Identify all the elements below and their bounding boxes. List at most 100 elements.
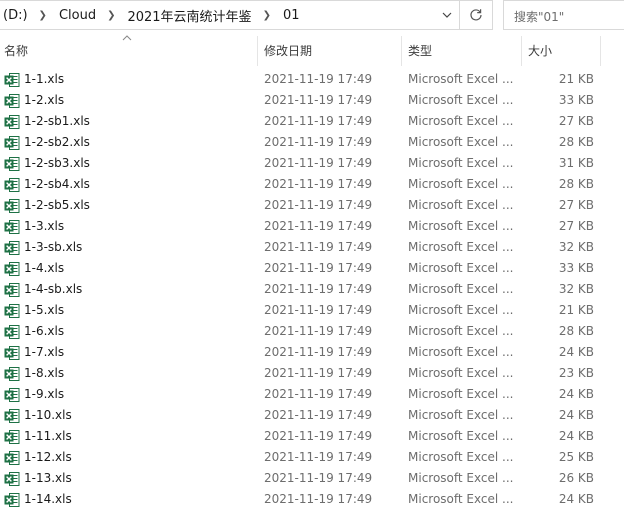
file-name: 1-13.xls	[24, 471, 72, 485]
file-row[interactable]: 1-2-sb1.xls 2021-11-19 17:49 Microsoft Exc…	[0, 111, 624, 132]
address-bar[interactable]: (D:) ❯ Cloud ❯ 2021年云南统计年鉴 ❯ 01	[0, 0, 460, 30]
file-row[interactable]: 1-2-sb4.xls 2021-11-19 17:49 Microsoft Exc…	[0, 174, 624, 195]
file-name: 1-2-sb4.xls	[24, 177, 90, 191]
file-size: 33 KB	[558, 93, 594, 107]
excel-file-icon	[4, 241, 20, 255]
excel-file-icon	[4, 388, 20, 402]
file-size: 28 KB	[558, 135, 594, 149]
column-divider[interactable]	[521, 36, 522, 66]
column-header-type[interactable]: 类型	[408, 42, 432, 59]
file-size: 28 KB	[558, 177, 594, 191]
file-modified-date: 2021-11-19 17:49	[264, 471, 373, 485]
file-name: 1-3.xls	[24, 219, 65, 233]
file-size: 24 KB	[558, 345, 594, 359]
file-modified-date: 2021-11-19 17:49	[264, 135, 373, 149]
column-header-row: 名称 修改日期 类型 大小	[0, 34, 624, 66]
file-row[interactable]: 1-14.xls 2021-11-19 17:49 Microsoft Excel …	[0, 489, 624, 510]
excel-file-icon	[4, 220, 20, 234]
breadcrumb: (D:) ❯ Cloud ❯ 2021年云南统计年鉴 ❯ 01	[3, 1, 300, 29]
file-modified-date: 2021-11-19 17:49	[264, 177, 373, 191]
file-type: Microsoft Excel ...	[408, 366, 514, 380]
file-row[interactable]: 1-6.xls 2021-11-19 17:49 Microsoft Excel .…	[0, 321, 624, 342]
excel-file-icon	[4, 73, 20, 87]
file-row[interactable]: 1-2-sb2.xls 2021-11-19 17:49 Microsoft Exc…	[0, 132, 624, 153]
breadcrumb-cloud[interactable]: Cloud	[59, 8, 96, 23]
file-size: 28 KB	[558, 324, 594, 338]
file-size: 21 KB	[558, 303, 594, 317]
file-modified-date: 2021-11-19 17:49	[264, 387, 373, 401]
excel-file-icon	[4, 115, 20, 129]
file-name: 1-14.xls	[24, 492, 72, 506]
file-name: 1-11.xls	[24, 429, 72, 443]
chevron-down-icon[interactable]	[441, 9, 453, 21]
search-box[interactable]: 搜索"01"	[503, 0, 624, 30]
file-row[interactable]: 1-2-sb5.xls 2021-11-19 17:49 Microsoft Exc…	[0, 195, 624, 216]
file-name: 1-2-sb2.xls	[24, 135, 90, 149]
breadcrumb-separator-icon[interactable]: ❯	[263, 10, 271, 21]
file-row[interactable]: 1-12.xls 2021-11-19 17:49 Microsoft Excel …	[0, 447, 624, 468]
sort-ascending-icon	[122, 35, 132, 41]
file-type: Microsoft Excel ...	[408, 177, 514, 191]
file-size: 21 KB	[558, 72, 594, 86]
file-type: Microsoft Excel ...	[408, 240, 514, 254]
breadcrumb-drive[interactable]: (D:)	[3, 8, 28, 23]
excel-file-icon	[4, 178, 20, 192]
file-modified-date: 2021-11-19 17:49	[264, 450, 373, 464]
file-modified-date: 2021-11-19 17:49	[264, 366, 373, 380]
file-row[interactable]: 1-9.xls 2021-11-19 17:49 Microsoft Excel .…	[0, 384, 624, 405]
file-row[interactable]: 1-2-sb3.xls 2021-11-19 17:49 Microsoft Exc…	[0, 153, 624, 174]
file-row[interactable]: 1-8.xls 2021-11-19 17:49 Microsoft Excel .…	[0, 363, 624, 384]
file-size: 32 KB	[558, 282, 594, 296]
excel-file-icon	[4, 157, 20, 171]
column-divider[interactable]	[600, 36, 601, 66]
file-row[interactable]: 1-5.xls 2021-11-19 17:49 Microsoft Excel .…	[0, 300, 624, 321]
breadcrumb-current-folder[interactable]: 01	[283, 8, 300, 23]
file-type: Microsoft Excel ...	[408, 408, 514, 422]
breadcrumb-separator-icon[interactable]: ❯	[39, 10, 47, 21]
file-type: Microsoft Excel ...	[408, 282, 514, 296]
file-size: 32 KB	[558, 240, 594, 254]
file-name: 1-2.xls	[24, 93, 65, 107]
file-type: Microsoft Excel ...	[408, 471, 514, 485]
file-type: Microsoft Excel ...	[408, 429, 514, 443]
file-name: 1-2-sb1.xls	[24, 114, 90, 128]
column-header-modified[interactable]: 修改日期	[264, 42, 312, 59]
file-row[interactable]: 1-13.xls 2021-11-19 17:49 Microsoft Excel …	[0, 468, 624, 489]
file-size: 33 KB	[558, 261, 594, 275]
file-row[interactable]: 1-1.xls 2021-11-19 17:49 Microsoft Excel .…	[0, 69, 624, 90]
breadcrumb-yearbook[interactable]: 2021年云南统计年鉴	[127, 6, 251, 25]
file-modified-date: 2021-11-19 17:49	[264, 408, 373, 422]
file-modified-date: 2021-11-19 17:49	[264, 345, 373, 359]
file-type: Microsoft Excel ...	[408, 324, 514, 338]
excel-file-icon	[4, 493, 20, 507]
file-row[interactable]: 1-3.xls 2021-11-19 17:49 Microsoft Excel .…	[0, 216, 624, 237]
file-modified-date: 2021-11-19 17:49	[264, 303, 373, 317]
excel-file-icon	[4, 325, 20, 339]
file-row[interactable]: 1-11.xls 2021-11-19 17:49 Microsoft Excel …	[0, 426, 624, 447]
refresh-button[interactable]	[460, 0, 493, 30]
file-row[interactable]: 1-7.xls 2021-11-19 17:49 Microsoft Excel .…	[0, 342, 624, 363]
file-name: 1-6.xls	[24, 324, 65, 338]
file-row[interactable]: 1-10.xls 2021-11-19 17:49 Microsoft Excel …	[0, 405, 624, 426]
file-row[interactable]: 1-4-sb.xls 2021-11-19 17:49 Microsoft Exce…	[0, 279, 624, 300]
file-name: 1-4.xls	[24, 261, 65, 275]
excel-file-icon	[4, 262, 20, 276]
file-row[interactable]: 1-4.xls 2021-11-19 17:49 Microsoft Excel .…	[0, 258, 624, 279]
file-row[interactable]: 1-2.xls 2021-11-19 17:49 Microsoft Excel .…	[0, 90, 624, 111]
file-name: 1-5.xls	[24, 303, 65, 317]
file-modified-date: 2021-11-19 17:49	[264, 93, 373, 107]
file-type: Microsoft Excel ...	[408, 261, 514, 275]
column-divider[interactable]	[401, 36, 402, 66]
file-modified-date: 2021-11-19 17:49	[264, 114, 373, 128]
column-header-size[interactable]: 大小	[528, 42, 552, 59]
file-row[interactable]: 1-3-sb.xls 2021-11-19 17:49 Microsoft Exce…	[0, 237, 624, 258]
column-header-name[interactable]: 名称	[4, 42, 28, 59]
file-size: 24 KB	[558, 492, 594, 506]
file-type: Microsoft Excel ...	[408, 450, 514, 464]
file-type: Microsoft Excel ...	[408, 198, 514, 212]
column-divider[interactable]	[257, 36, 258, 66]
breadcrumb-separator-icon[interactable]: ❯	[107, 10, 115, 21]
file-size: 31 KB	[558, 156, 594, 170]
file-type: Microsoft Excel ...	[408, 72, 514, 86]
file-type: Microsoft Excel ...	[408, 219, 514, 233]
